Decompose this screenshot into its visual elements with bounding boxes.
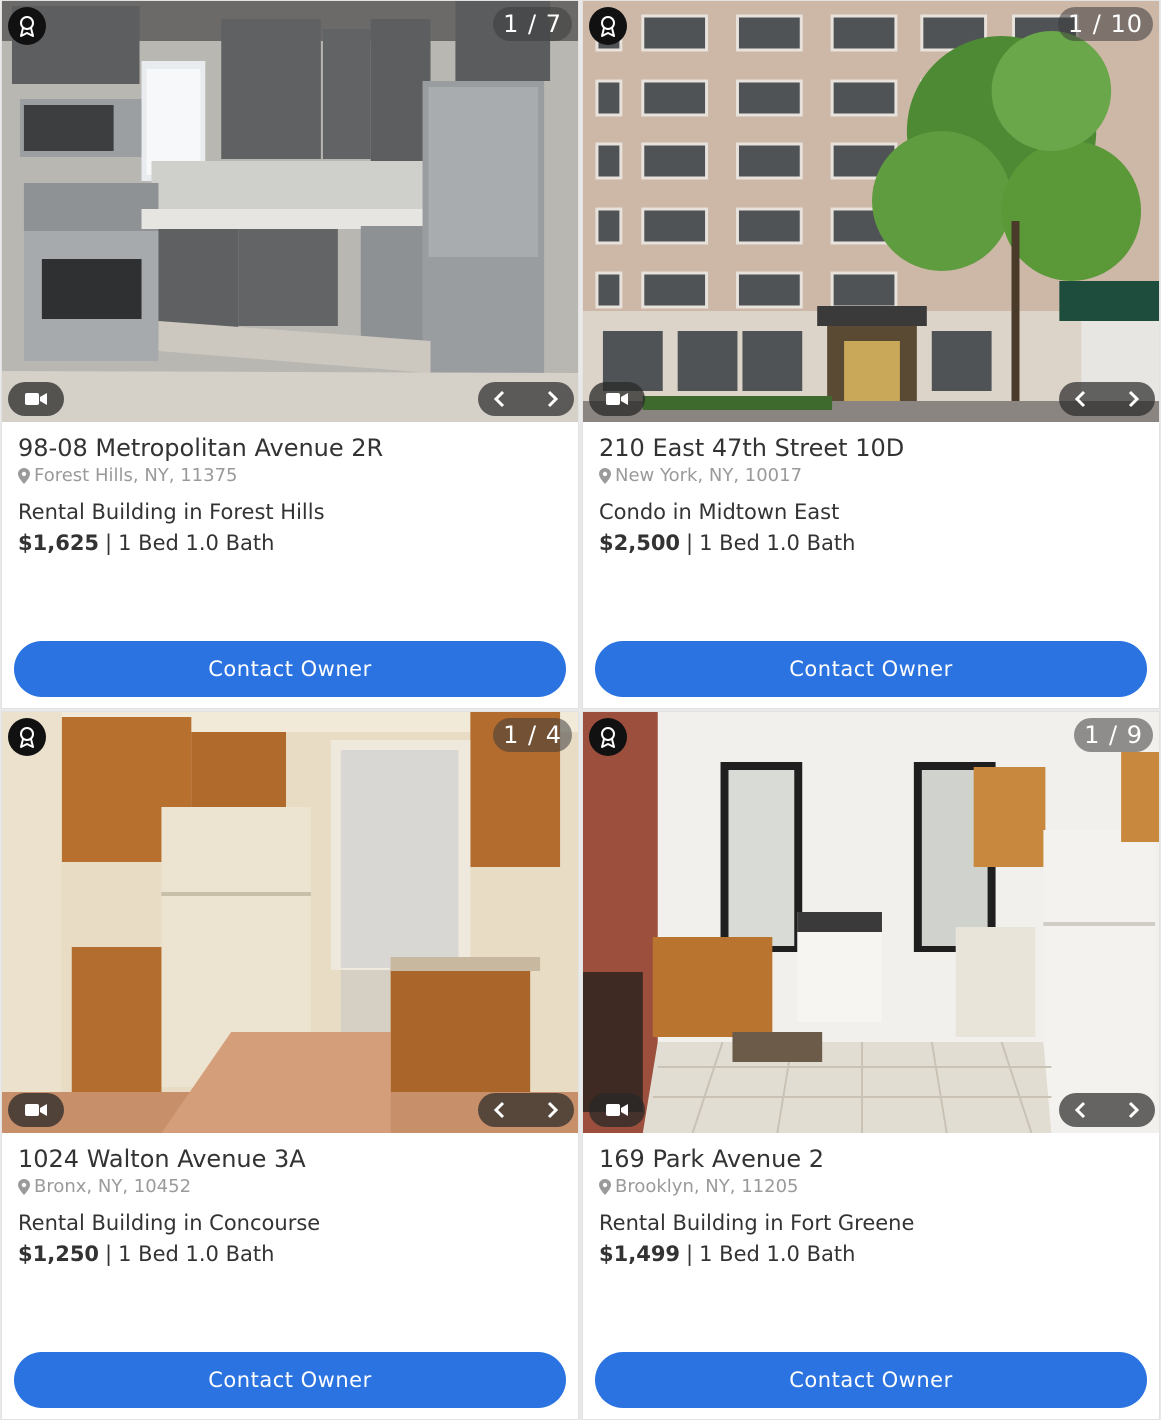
photo-nav: [478, 382, 574, 416]
kitchen-brick-wall-image: [583, 712, 1159, 1133]
kitchen-wood-cabinets-image: [2, 712, 578, 1133]
listing-location: New York, NY, 10017: [599, 465, 1147, 487]
photo-nav: [478, 1093, 574, 1127]
separator: |: [105, 1242, 113, 1266]
listing-location: Bronx, NY, 10452: [18, 1176, 566, 1198]
listing-address[interactable]: 210 East 47th Street 10D: [599, 431, 1147, 465]
contact-owner-button[interactable]: Contact Owner: [595, 1352, 1147, 1408]
map-pin-icon: [18, 468, 30, 484]
listing-card[interactable]: 1 / 7 98-08 Metropolitan Avenue 2R Fores…: [1, 0, 579, 709]
chevron-right-icon[interactable]: [1123, 385, 1145, 413]
beds-baths: 1 Bed 1.0 Bath: [118, 1242, 275, 1266]
photo-nav: [1059, 382, 1155, 416]
photo-counter: 1 / 9: [1074, 718, 1153, 752]
listing-photo[interactable]: 1 / 4: [2, 712, 578, 1133]
map-pin-icon: [599, 468, 611, 484]
separator: |: [686, 1242, 694, 1266]
listing-description: Rental Building in Fort Greene: [599, 1211, 915, 1235]
map-pin-icon: [599, 1179, 611, 1195]
separator: |: [686, 531, 694, 555]
chevron-right-icon[interactable]: [542, 1096, 564, 1124]
award-ribbon-icon[interactable]: [8, 718, 46, 756]
listing-photo[interactable]: 1 / 7: [2, 1, 578, 422]
award-ribbon-icon[interactable]: [589, 718, 627, 756]
listing-info: 98-08 Metropolitan Avenue 2R Forest Hill…: [18, 431, 566, 559]
award-ribbon-icon[interactable]: [8, 7, 46, 45]
listing-card[interactable]: 1 / 4 1024 Walton Avenue 3A Bronx, NY, 1…: [1, 711, 579, 1420]
brick-building-exterior-image: [583, 1, 1159, 422]
separator: |: [105, 531, 113, 555]
listing-location: Forest Hills, NY, 11375: [18, 465, 566, 487]
listing-price: $1,499: [599, 1242, 681, 1266]
listing-price: $1,625: [18, 531, 100, 555]
contact-owner-button[interactable]: Contact Owner: [14, 641, 566, 697]
beds-baths: 1 Bed 1.0 Bath: [699, 1242, 856, 1266]
photo-counter: 1 / 4: [493, 718, 572, 752]
chevron-right-icon[interactable]: [542, 385, 564, 413]
video-camera-icon[interactable]: [589, 382, 645, 416]
photo-counter: 1 / 7: [493, 7, 572, 41]
chevron-left-icon[interactable]: [1069, 385, 1091, 413]
photo-nav: [1059, 1093, 1155, 1127]
listing-info: 1024 Walton Avenue 3A Bronx, NY, 10452 R…: [18, 1142, 566, 1270]
listing-photo[interactable]: 1 / 9: [583, 712, 1159, 1133]
location-text: Forest Hills, NY, 11375: [34, 465, 238, 486]
award-ribbon-icon[interactable]: [589, 7, 627, 45]
listing-photo[interactable]: 1 / 10: [583, 1, 1159, 422]
listing-info: 169 Park Avenue 2 Brooklyn, NY, 11205 Re…: [599, 1142, 1147, 1270]
chevron-left-icon[interactable]: [1069, 1096, 1091, 1124]
location-text: New York, NY, 10017: [615, 465, 803, 486]
listing-card[interactable]: 1 / 10 210 East 47th Street 10D New York…: [582, 0, 1160, 709]
beds-baths: 1 Bed 1.0 Bath: [118, 531, 275, 555]
listing-address[interactable]: 169 Park Avenue 2: [599, 1142, 1147, 1176]
video-camera-icon[interactable]: [8, 1093, 64, 1127]
listing-price: $1,250: [18, 1242, 100, 1266]
contact-owner-button[interactable]: Contact Owner: [595, 641, 1147, 697]
location-text: Bronx, NY, 10452: [34, 1176, 192, 1197]
listing-description: Rental Building in Concourse: [18, 1211, 321, 1235]
listing-description: Condo in Midtown East: [599, 500, 840, 524]
price-line: $1,625 | 1 Bed 1.0 Bath: [18, 527, 566, 559]
listing-price: $2,500: [599, 531, 681, 555]
contact-owner-button[interactable]: Contact Owner: [14, 1352, 566, 1408]
chevron-left-icon[interactable]: [488, 385, 510, 413]
listing-location: Brooklyn, NY, 11205: [599, 1176, 1147, 1198]
video-camera-icon[interactable]: [589, 1093, 645, 1127]
video-camera-icon[interactable]: [8, 382, 64, 416]
listing-address[interactable]: 1024 Walton Avenue 3A: [18, 1142, 566, 1176]
price-line: $1,499 | 1 Bed 1.0 Bath: [599, 1238, 1147, 1270]
price-line: $1,250 | 1 Bed 1.0 Bath: [18, 1238, 566, 1270]
listing-card[interactable]: 1 / 9 169 Park Avenue 2 Brooklyn, NY, 11…: [582, 711, 1160, 1420]
photo-counter: 1 / 10: [1057, 7, 1153, 41]
map-pin-icon: [18, 1179, 30, 1195]
kitchen-gray-cabinets-image: [2, 1, 578, 422]
price-line: $2,500 | 1 Bed 1.0 Bath: [599, 527, 1147, 559]
listing-address[interactable]: 98-08 Metropolitan Avenue 2R: [18, 431, 566, 465]
chevron-right-icon[interactable]: [1123, 1096, 1145, 1124]
beds-baths: 1 Bed 1.0 Bath: [699, 531, 856, 555]
listing-description: Rental Building in Forest Hills: [18, 500, 325, 524]
location-text: Brooklyn, NY, 11205: [615, 1176, 799, 1197]
listing-info: 210 East 47th Street 10D New York, NY, 1…: [599, 431, 1147, 559]
chevron-left-icon[interactable]: [488, 1096, 510, 1124]
